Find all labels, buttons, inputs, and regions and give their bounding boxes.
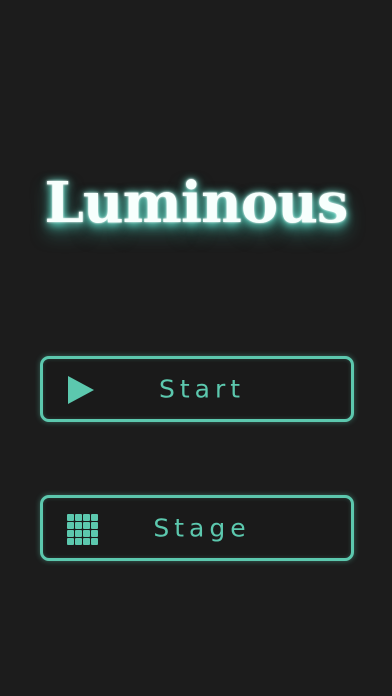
start-button-label: Start [158,374,246,404]
start-button[interactable]: Start [40,356,354,422]
game-title: Luminous [44,170,349,236]
stage-button[interactable]: Stage [40,495,354,561]
title-screen: Luminous Start Stage [0,0,392,696]
stage-button-label: Stage [153,513,251,543]
